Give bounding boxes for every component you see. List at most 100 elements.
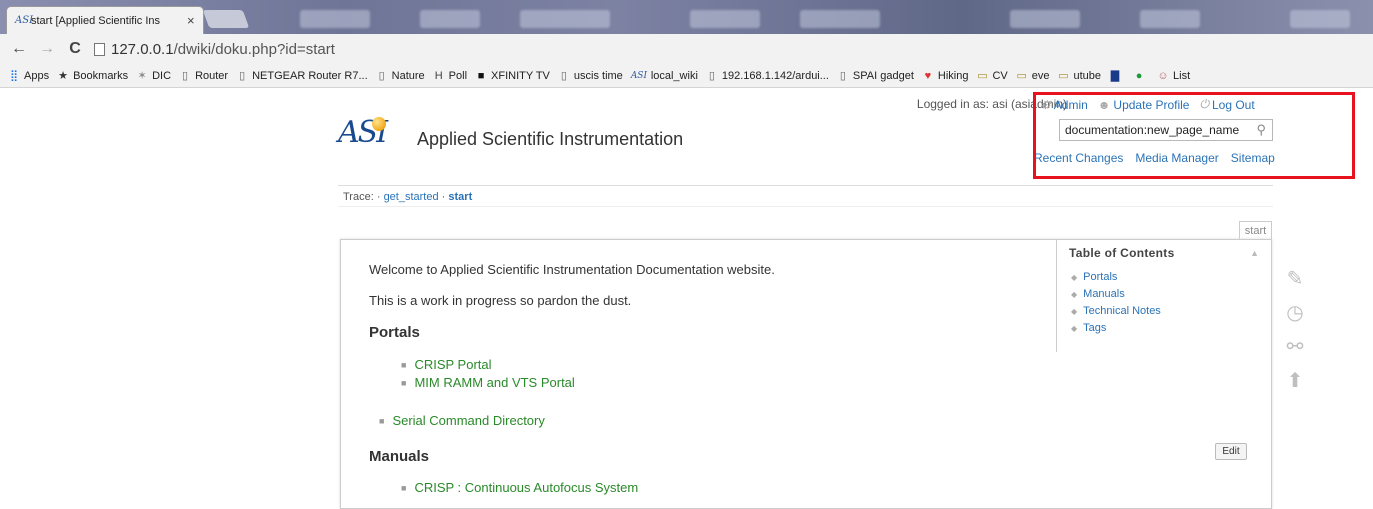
breadcrumb-separator: ·	[441, 191, 446, 203]
list-item-label: Serial Command Directory	[392, 413, 545, 428]
bookmark-item[interactable]: H Poll	[433, 70, 467, 82]
wiki-page: Logged in as: asi (asiadmin) ⚙ Admin ☻ Upd…	[0, 89, 1373, 509]
bullet-icon: ■	[379, 415, 385, 426]
address-bar[interactable]: 127.0.0.1/dwiki/doku.php?id=start	[94, 37, 335, 61]
toc-item-technical-notes[interactable]: ◆ Technical Notes	[1071, 305, 1161, 317]
browser-tab-active[interactable]: ASI start [Applied Scientific Ins ×	[6, 6, 204, 34]
site-title[interactable]: Applied Scientific Instrumentation	[417, 129, 683, 150]
bookmark-label: SPAI gadget	[852, 69, 914, 82]
blurred-tab	[1010, 10, 1080, 28]
bullet-icon: ◆	[1071, 272, 1078, 282]
bullet-icon: ◆	[1071, 289, 1078, 299]
bookmark-label: Poll	[448, 69, 468, 82]
breadcrumb-item-get-started[interactable]: get_started	[384, 191, 439, 203]
toc-item-manuals[interactable]: ◆ Manuals	[1071, 288, 1125, 300]
header-divider	[338, 185, 1273, 186]
folder-icon: ▭	[1058, 69, 1069, 82]
bookmark-item[interactable]: ■ XFINITY TV	[475, 70, 550, 82]
bookmark-item[interactable]: ●	[1133, 70, 1149, 82]
list-item-label: MIM RAMM and VTS Portal	[414, 375, 575, 390]
tab-title: start [Applied Scientific Ins	[31, 14, 161, 27]
toc-item-tags[interactable]: ◆ Tags	[1071, 322, 1106, 334]
blurred-tab	[520, 10, 610, 28]
bullet-icon: ■	[401, 377, 407, 388]
red-highlight-box	[1033, 92, 1355, 179]
breadcrumb-divider	[338, 206, 1273, 207]
page-icon: ▯	[560, 69, 567, 82]
bookmark-label: uscis time	[573, 69, 623, 82]
blurred-tab	[800, 10, 880, 28]
bookmark-item[interactable]: ▇	[1109, 70, 1125, 82]
clock-icon[interactable]: ◷	[1281, 299, 1309, 327]
forward-arrow-icon[interactable]: →	[38, 40, 56, 58]
bookmark-item[interactable]: ☺ List	[1157, 70, 1190, 82]
page-icon: ▯	[182, 69, 189, 82]
list-icon: ☺	[1157, 69, 1169, 82]
toc-title[interactable]: Table of Contents	[1069, 246, 1175, 260]
list-item-crisp-portal[interactable]: ■ CRISP Portal	[401, 357, 492, 372]
dic-icon: ✶	[137, 69, 147, 82]
bookmark-item[interactable]: ▭ eve	[1016, 70, 1050, 82]
collapse-caret-icon[interactable]: ▲	[1250, 248, 1259, 258]
bookmark-item[interactable]: ▯ SPAI gadget	[837, 70, 914, 82]
bookmark-item[interactable]: ⣿ Apps	[8, 70, 49, 82]
bookmark-item[interactable]: ▯ NETGEAR Router R7...	[236, 70, 368, 82]
wiki-icon: ASI	[630, 70, 648, 81]
toc-item-label: Portals	[1083, 271, 1118, 283]
url-path: /dwiki/doku.php?id=start	[173, 40, 335, 58]
bookmark-label: Router	[195, 69, 229, 82]
new-tab-button[interactable]	[202, 10, 250, 28]
section-heading-portals: Portals	[369, 324, 420, 341]
bookmark-label: CV	[992, 69, 1008, 82]
bookmark-item[interactable]: ▯ uscis time	[558, 70, 623, 82]
bookmark-item[interactable]: ▯ Router	[179, 70, 228, 82]
list-item-crisp-manual[interactable]: ■ CRISP : Continuous Autofocus System	[401, 480, 638, 495]
page-icon: ▯	[378, 69, 385, 82]
url-host: 127.0.0.1	[111, 40, 174, 58]
breadcrumb-item-start[interactable]: start	[448, 191, 472, 203]
bookmark-item[interactable]: ▭ utube	[1057, 70, 1101, 82]
list-item-mim-ramm-portal[interactable]: ■ MIM RAMM and VTS Portal	[401, 375, 575, 390]
toc-item-label: Technical Notes	[1083, 305, 1161, 317]
back-arrow-icon[interactable]: ←	[10, 40, 28, 58]
intro-text-2: This is a work in progress so pardon the…	[369, 293, 632, 308]
bookmark-item[interactable]: ★ Bookmarks	[57, 70, 128, 82]
folder-icon: ▭	[1016, 69, 1027, 82]
bookmark-label: eve	[1031, 69, 1050, 82]
bullet-icon: ◆	[1071, 323, 1078, 333]
bookmark-label: Hiking	[937, 69, 969, 82]
browser-toolbar: ← → C 127.0.0.1/dwiki/doku.php?id=start	[0, 34, 1373, 64]
section-heading-manuals: Manuals	[369, 448, 430, 465]
green-circle-icon: ●	[1135, 69, 1143, 82]
page-icon: ▯	[708, 69, 715, 82]
bookmark-label: XFINITY TV	[491, 69, 550, 82]
blurred-tab	[1290, 10, 1350, 28]
page-content: Welcome to Applied Scientific Instrument…	[340, 239, 1272, 509]
reload-icon[interactable]: C	[66, 40, 84, 58]
bookmark-item[interactable]: ASI local_wiki	[631, 70, 698, 82]
bookmark-item[interactable]: ▯ 192.168.1.142/ardui...	[706, 70, 829, 82]
bookmark-label: List	[1173, 69, 1191, 82]
wiki-favicon-icon: ASI	[15, 15, 34, 26]
star-icon: ★	[58, 69, 69, 82]
bookmark-item[interactable]: ▭ CV	[976, 70, 1007, 82]
bookmarks-bar: ⣿ Apps ★ Bookmarks ✶ DIC ▯ Router ▯ NETGEAR Route…	[0, 64, 1373, 88]
bookmark-item[interactable]: ✶ DIC	[136, 69, 172, 82]
list-item-serial-command[interactable]: ■ Serial Command Directory	[379, 413, 545, 428]
folder-icon: ▭	[977, 69, 988, 82]
table-of-contents: Table of Contents ▲ ◆ Portals ◆ Manuals ◆ T…	[1056, 240, 1271, 352]
arrow-up-icon[interactable]: ⬆	[1281, 367, 1309, 395]
link-icon[interactable]: ⚯	[1281, 333, 1309, 361]
toc-item-portals[interactable]: ◆ Portals	[1071, 271, 1117, 283]
bookmark-label: DIC	[152, 69, 172, 82]
bookmark-item[interactable]: ▯ Nature	[376, 70, 425, 82]
intro-text: Welcome to Applied Scientific Instrument…	[369, 262, 775, 277]
pencil-icon[interactable]: ✎	[1281, 265, 1309, 293]
edit-button[interactable]: Edit	[1215, 443, 1247, 460]
close-icon[interactable]: ×	[187, 13, 195, 28]
bookmark-label: Apps	[24, 69, 50, 82]
asi-logo[interactable]: ASI	[338, 115, 408, 159]
bookmark-item[interactable]: ♥ Hiking	[922, 70, 969, 82]
page-id-tab: start	[1239, 221, 1272, 240]
blurred-tab	[420, 10, 480, 28]
